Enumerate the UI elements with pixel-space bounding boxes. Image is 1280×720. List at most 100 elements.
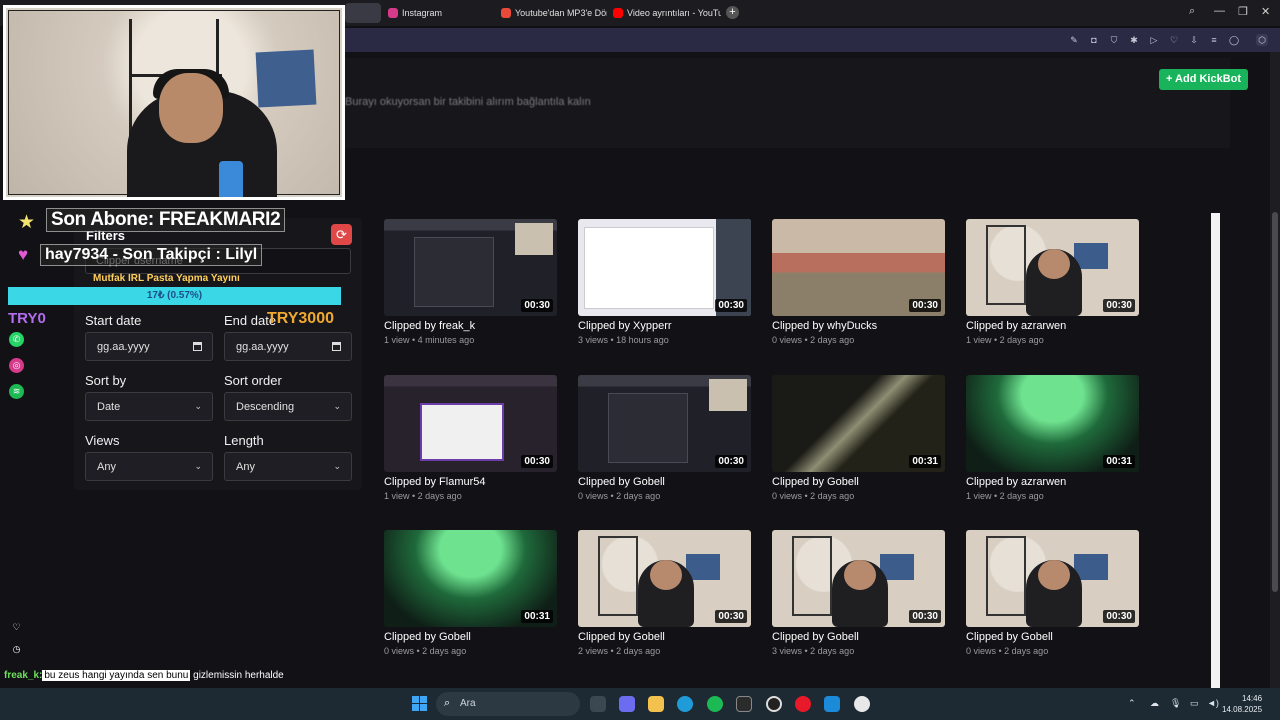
windows-start-icon[interactable] (412, 696, 427, 711)
end-date-input[interactable]: gg.aa.yyyy (224, 332, 352, 361)
play-icon[interactable]: ▷ (1148, 34, 1160, 46)
clip-thumbnail[interactable]: 00:30 (772, 530, 945, 627)
clips-scrollbar[interactable] (1211, 213, 1220, 688)
spotify-icon[interactable]: ≋ (9, 384, 24, 399)
taskbar-search[interactable]: ⌕ Ara (436, 692, 580, 716)
heart-icon[interactable]: ♡ (1168, 34, 1180, 46)
tab-youtube-studio[interactable]: Video ayrıntıları - YouTube (609, 3, 721, 23)
file-explorer-icon[interactable] (648, 696, 664, 712)
camera-icon[interactable]: ◘ (1088, 34, 1100, 46)
clip-card[interactable]: 00:30 Clipped by Flamur54 1 view • 2 days … (384, 375, 560, 501)
clip-thumbnail[interactable]: 00:30 (966, 530, 1139, 627)
clip-thumbnail[interactable]: 00:30 (384, 219, 557, 316)
instagram-icon[interactable]: ◎ (9, 358, 24, 373)
start-date-input[interactable]: gg.aa.yyyy (85, 332, 213, 361)
clip-card[interactable]: 00:31 Clipped by Gobell 0 views • 2 days a… (384, 530, 560, 656)
calendar-icon[interactable] (193, 342, 202, 351)
network-app-icon[interactable]: ☁ (1150, 698, 1159, 709)
clip-card[interactable]: 00:30 Clipped by Gobell 0 views • 2 days a… (578, 375, 754, 501)
clip-card[interactable]: 00:30 Clipped by azrarwen 1 view • 2 days … (966, 219, 1142, 345)
clip-thumbnail[interactable]: 00:30 (966, 219, 1139, 316)
display-icon[interactable]: ▭ (1190, 698, 1199, 709)
clip-title[interactable]: Clipped by azrarwen (966, 476, 1142, 488)
close-button[interactable]: ✕ (1261, 5, 1270, 18)
calendar-icon[interactable] (332, 342, 341, 351)
history-icon[interactable]: ◷ (9, 642, 24, 657)
clip-title[interactable]: Clipped by freak_k (384, 320, 560, 332)
opera-gx-icon[interactable] (795, 696, 811, 712)
heart-icon[interactable]: ♡ (9, 620, 24, 635)
length-select[interactable]: Any ⌄ (224, 452, 352, 481)
clip-thumbnail[interactable]: 00:31 (966, 375, 1139, 472)
menu-icon[interactable]: ≡ (1208, 34, 1220, 46)
clip-card[interactable]: 00:30 Clipped by Gobell 2 views • 2 days a… (578, 530, 754, 656)
volume-icon[interactable]: ◄) (1207, 698, 1219, 708)
edit-icon[interactable]: ✎ (1068, 34, 1080, 46)
clip-card[interactable]: 00:30 Clipped by Gobell 0 views • 2 days a… (966, 530, 1142, 656)
tab-youtube-mp3[interactable]: Youtube'dan MP3'e Dönü (497, 3, 607, 23)
microphone-icon[interactable]: 🎙 (1170, 698, 1181, 709)
chevron-up-icon[interactable]: ⌃ (1128, 698, 1136, 709)
clip-title[interactable]: Clipped by Gobell (384, 631, 560, 643)
clip-title[interactable]: Clipped by Flamur54 (384, 476, 560, 488)
clip-title[interactable]: Clipped by azrarwen (966, 320, 1142, 332)
obs-icon[interactable] (766, 696, 782, 712)
clip-thumbnail[interactable]: 00:30 (772, 219, 945, 316)
clip-title[interactable]: Clipped by Gobell (772, 476, 948, 488)
edge-icon[interactable] (677, 696, 693, 712)
add-kickbot-button[interactable]: + Add KickBot (1159, 69, 1248, 90)
tab-instagram[interactable]: Instagram (384, 3, 494, 23)
clip-title[interactable]: Clipped by Gobell (578, 631, 754, 643)
start-date-value: gg.aa.yyyy (97, 341, 150, 353)
views-select[interactable]: Any ⌄ (85, 452, 213, 481)
sort-by-select[interactable]: Date ⌄ (85, 392, 213, 421)
copilot-icon[interactable] (619, 696, 635, 712)
clip-title[interactable]: Clipped by Gobell (772, 631, 948, 643)
steam-icon[interactable] (854, 696, 870, 712)
clip-thumbnail[interactable]: 00:30 (578, 219, 751, 316)
taskbar-clock[interactable]: 14:46 14.08.2025 (1222, 693, 1262, 715)
webcam-overlay (3, 5, 345, 200)
app-icon[interactable] (824, 696, 840, 712)
length-value: Any (236, 461, 255, 473)
search-tabs-icon[interactable]: ⌕ (1189, 5, 1195, 18)
sort-order-select[interactable]: Descending ⌄ (224, 392, 352, 421)
profile-icon[interactable]: ◯ (1228, 34, 1240, 46)
maximize-button[interactable]: ❐ (1238, 5, 1248, 18)
clip-title[interactable]: Clipped by Xypperr (578, 320, 754, 332)
clip-thumbnail[interactable]: 00:30 (578, 530, 751, 627)
clip-title[interactable]: Clipped by whyDucks (772, 320, 948, 332)
task-view-icon[interactable] (590, 696, 606, 712)
goal-end: TRY3000 (267, 310, 334, 327)
capcut-icon[interactable] (736, 696, 752, 712)
new-tab-button[interactable]: + (726, 6, 739, 19)
clip-thumbnail[interactable]: 00:31 (384, 530, 557, 627)
extension-icon[interactable]: ✱ (1128, 34, 1140, 46)
clip-card[interactable]: 00:31 Clipped by Gobell 0 views • 2 days a… (772, 375, 948, 501)
clip-title[interactable]: Clipped by Gobell (578, 476, 754, 488)
shield-icon[interactable]: ⛉ (1108, 34, 1120, 46)
clip-thumbnail[interactable]: 00:30 (578, 375, 751, 472)
clip-card[interactable]: 00:30 Clipped by Xypperr 3 views • 18 hour… (578, 219, 754, 345)
clip-thumbnail[interactable]: 00:31 (772, 375, 945, 472)
refresh-icon[interactable]: ⟳ (331, 224, 352, 245)
page-scrollbar[interactable] (1270, 52, 1280, 688)
tab-label: Instagram (402, 8, 443, 18)
clip-card[interactable]: 00:30 Clipped by whyDucks 0 views • 2 days… (772, 219, 948, 345)
spotify-icon[interactable] (707, 696, 723, 712)
length-label: Length (224, 433, 264, 448)
clip-meta: 3 views • 2 days ago (772, 646, 855, 656)
cube-icon[interactable]: ⬡ (1256, 34, 1268, 46)
clip-thumbnail[interactable]: 00:30 (384, 375, 557, 472)
clip-card[interactable]: 00:30 Clipped by freak_k 1 view • 4 minute… (384, 219, 560, 345)
clip-title[interactable]: Clipped by Gobell (966, 631, 1142, 643)
clip-card[interactable]: 00:30 Clipped by Gobell 3 views • 2 days a… (772, 530, 948, 656)
star-icon: ★ (18, 212, 36, 233)
chevron-down-icon: ⌄ (333, 461, 341, 471)
clip-card[interactable]: 00:31 Clipped by azrarwen 1 view • 2 days … (966, 375, 1142, 501)
tab-active[interactable] (345, 3, 381, 23)
minimize-button[interactable]: — (1214, 5, 1225, 17)
scrollbar-thumb[interactable] (1272, 212, 1278, 592)
download-icon[interactable]: ⇩ (1188, 34, 1200, 46)
whatsapp-icon[interactable]: ✆ (9, 332, 24, 347)
